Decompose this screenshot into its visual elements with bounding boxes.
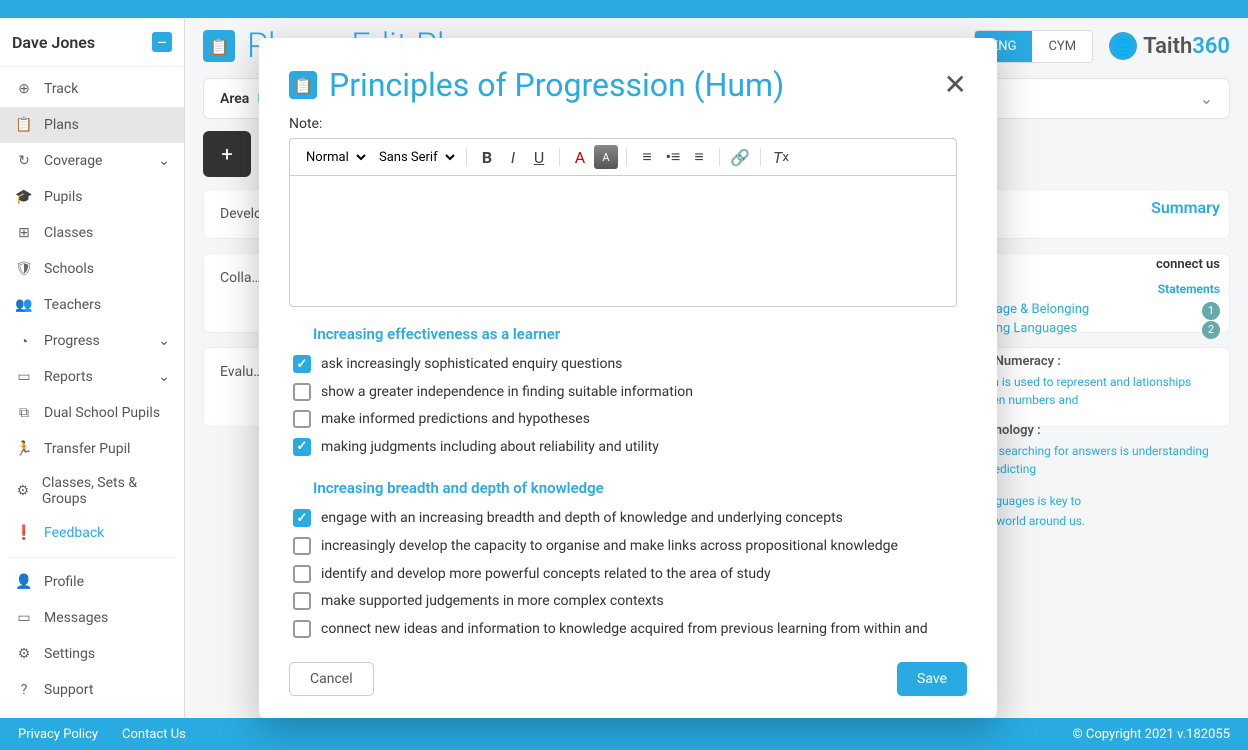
- toolbar-sep: [466, 148, 467, 166]
- modal-title: Principles of Progression (Hum): [329, 66, 784, 104]
- modal-footer: Cancel Save: [289, 662, 967, 696]
- note-textarea[interactable]: [290, 176, 956, 306]
- section2-title: Increasing breadth and depth of knowledg…: [313, 479, 957, 497]
- section1-title: Increasing effectiveness as a learner: [313, 325, 957, 343]
- check-row: identify and develop more powerful conce…: [289, 561, 957, 589]
- clear-format-button[interactable]: Tx: [769, 145, 793, 169]
- link-button[interactable]: 🔗: [728, 145, 752, 169]
- check-row: make supported judgements in more comple…: [289, 588, 957, 616]
- check-label: identify and develop more powerful conce…: [321, 565, 771, 585]
- modal-header: 📋 Principles of Progression (Hum) ✕: [289, 66, 967, 104]
- checkbox[interactable]: [293, 355, 311, 373]
- toolbar-sep: [559, 148, 560, 166]
- toolbar-sep: [626, 148, 627, 166]
- checkbox[interactable]: [293, 410, 311, 428]
- check-label: making judgments including about reliabi…: [321, 438, 659, 458]
- bold-button[interactable]: B: [475, 145, 499, 169]
- checkbox[interactable]: [293, 592, 311, 610]
- check-row: increasingly develop the capacity to org…: [289, 533, 957, 561]
- clipboard-icon: 📋: [289, 71, 317, 99]
- check-label: ask increasingly sophisticated enquiry q…: [321, 355, 622, 375]
- text-color-button[interactable]: A: [568, 145, 592, 169]
- toolbar-sep: [719, 148, 720, 166]
- check-label: increasingly develop the capacity to org…: [321, 537, 898, 557]
- check-row: ask increasingly sophisticated enquiry q…: [289, 351, 957, 379]
- align-button[interactable]: ≡: [687, 145, 711, 169]
- checkbox[interactable]: [293, 509, 311, 527]
- section2-checklist: engage with an increasing breadth and de…: [289, 505, 957, 638]
- modal-scroll-area[interactable]: Note: Normal Sans Serif B I U A A ≡ •≡ ≡…: [289, 116, 967, 638]
- progression-modal: 📋 Principles of Progression (Hum) ✕ Note…: [259, 38, 997, 718]
- check-row: make informed predictions and hypotheses: [289, 406, 957, 434]
- note-label: Note:: [289, 116, 957, 132]
- check-label: show a greater independence in finding s…: [321, 383, 693, 403]
- check-row: show a greater independence in finding s…: [289, 379, 957, 407]
- cancel-button[interactable]: Cancel: [289, 662, 374, 696]
- save-button[interactable]: Save: [897, 662, 967, 696]
- toolbar-sep: [760, 148, 761, 166]
- bullet-list-button[interactable]: •≡: [661, 145, 685, 169]
- italic-button[interactable]: I: [501, 145, 525, 169]
- check-row: connect new ideas and information to kno…: [289, 616, 957, 638]
- paragraph-style-select[interactable]: Normal: [298, 147, 369, 168]
- check-row: engage with an increasing breadth and de…: [289, 505, 957, 533]
- section1-checklist: ask increasingly sophisticated enquiry q…: [289, 351, 957, 461]
- checkbox[interactable]: [293, 383, 311, 401]
- editor-toolbar: Normal Sans Serif B I U A A ≡ •≡ ≡ 🔗 Tx: [290, 139, 956, 176]
- checkbox[interactable]: [293, 620, 311, 638]
- check-label: make informed predictions and hypotheses: [321, 410, 590, 430]
- check-label: connect new ideas and information to kno…: [321, 620, 957, 638]
- check-label: make supported judgements in more comple…: [321, 592, 664, 612]
- font-family-select[interactable]: Sans Serif: [371, 147, 458, 168]
- close-icon[interactable]: ✕: [944, 71, 967, 99]
- checkbox[interactable]: [293, 565, 311, 583]
- check-row: making judgments including about reliabi…: [289, 434, 957, 462]
- underline-button[interactable]: U: [527, 145, 551, 169]
- check-label: engage with an increasing breadth and de…: [321, 509, 843, 529]
- ordered-list-button[interactable]: ≡: [635, 145, 659, 169]
- checkbox[interactable]: [293, 537, 311, 555]
- checkbox[interactable]: [293, 438, 311, 456]
- highlight-button[interactable]: A: [594, 145, 618, 169]
- note-editor: Normal Sans Serif B I U A A ≡ •≡ ≡ 🔗 Tx: [289, 138, 957, 307]
